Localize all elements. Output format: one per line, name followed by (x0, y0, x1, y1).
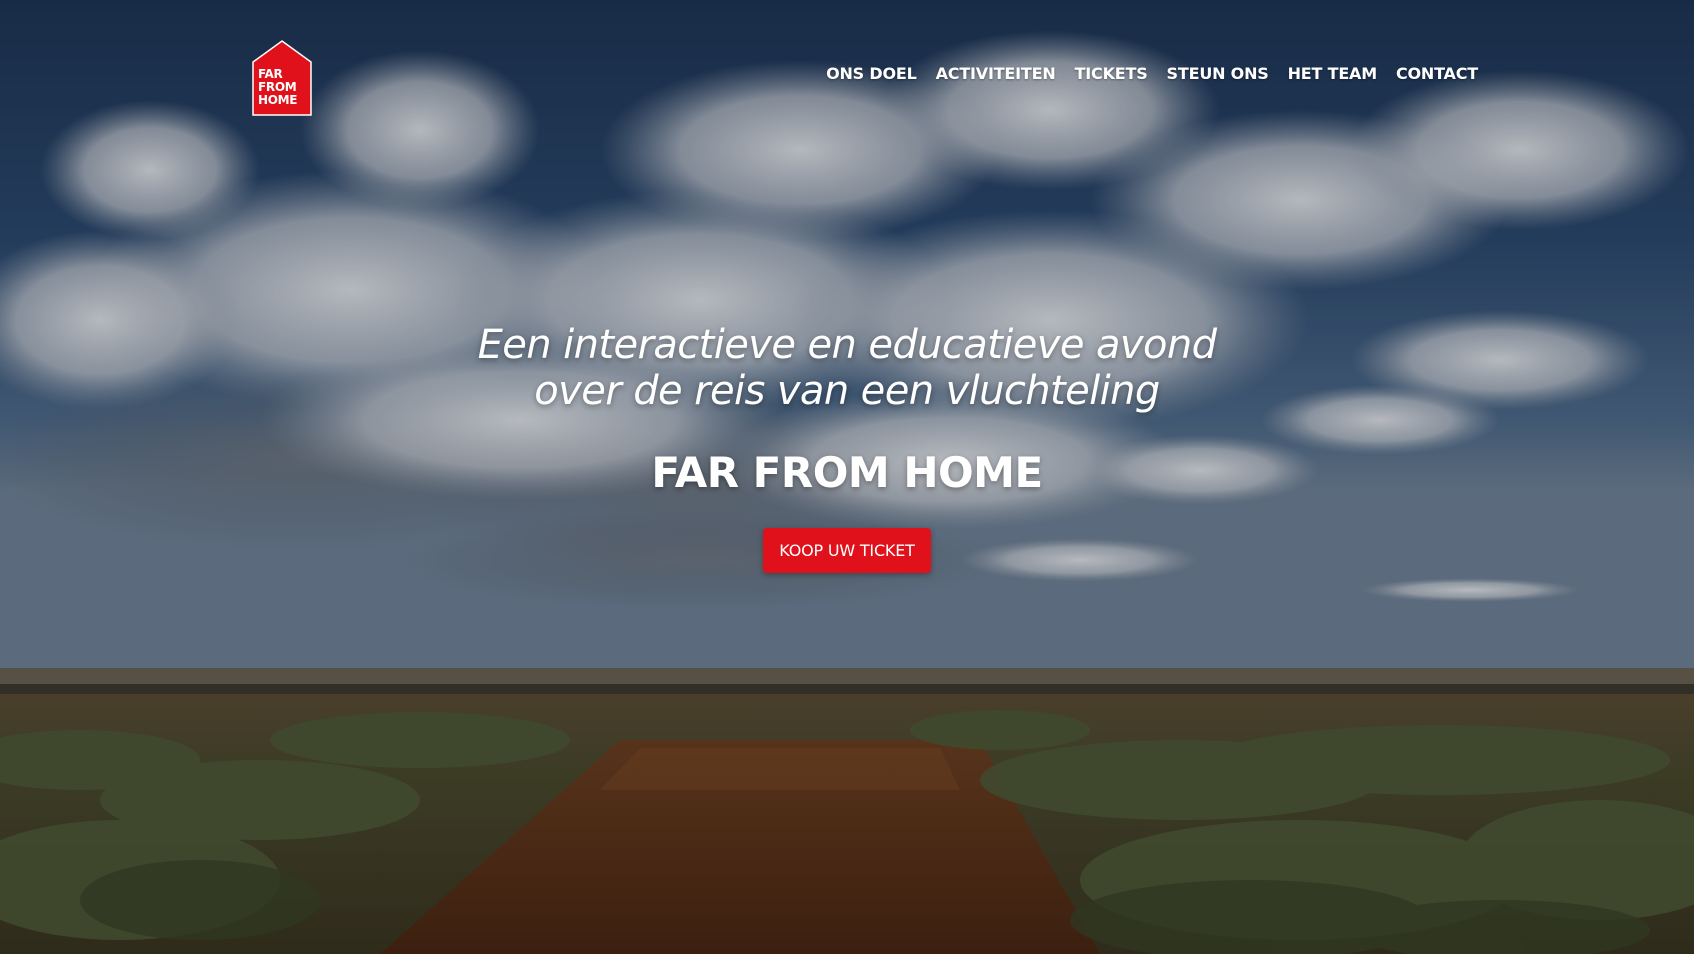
hero-content: Een interactieve en educatieve avond ove… (0, 322, 1694, 573)
nav-item-tickets[interactable]: TICKETS (1075, 64, 1148, 83)
buy-ticket-button[interactable]: KOOP UW TICKET (763, 528, 931, 573)
nav-item-contact[interactable]: CONTACT (1396, 64, 1478, 83)
hero-tagline-line: over de reis van een vluchteling (534, 368, 1160, 414)
logo-text-line: HOME (258, 93, 298, 107)
hero-section: FAR FROM HOME ONS DOEL ACTIVITEITEN TICK… (0, 0, 1694, 954)
main-nav: ONS DOEL ACTIVITEITEN TICKETS STEUN ONS … (826, 64, 1478, 83)
logo-link[interactable]: FAR FROM HOME (252, 40, 312, 116)
hero-tagline: Een interactieve en educatieve avond ove… (0, 322, 1694, 414)
hero-title: FAR FROM HOME (651, 448, 1043, 497)
logo-text: FAR FROM HOME (252, 68, 312, 107)
nav-item-ons-doel[interactable]: ONS DOEL (826, 64, 917, 83)
hero-tagline-line: Een interactieve en educatieve avond (477, 322, 1217, 368)
nav-item-activiteiten[interactable]: ACTIVITEITEN (936, 64, 1056, 83)
nav-item-steun-ons[interactable]: STEUN ONS (1167, 64, 1269, 83)
nav-item-het-team[interactable]: HET TEAM (1288, 64, 1378, 83)
